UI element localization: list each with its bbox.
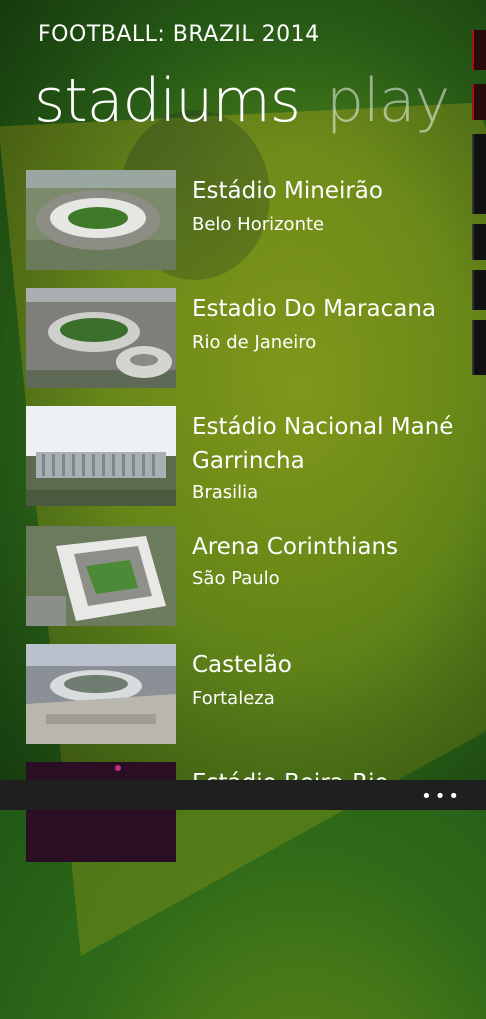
stadium-thumbnail bbox=[26, 406, 176, 506]
stadium-list-item[interactable]: Estádio Beira-Rio bbox=[26, 760, 466, 878]
pivot-tab-play[interactable]: play bbox=[326, 66, 450, 136]
stadium-thumbnail bbox=[26, 526, 176, 626]
indicator-segment bbox=[472, 320, 486, 375]
app-title: FOOTBALL: BRAZIL 2014 bbox=[38, 22, 320, 47]
indicator-segment bbox=[472, 84, 486, 120]
stadium-list-item[interactable]: Estádio Nacional Mané Garrincha Brasilia bbox=[26, 404, 466, 524]
stadium-list-item[interactable]: Arena Corinthians São Paulo bbox=[26, 524, 466, 642]
stadium-list-item[interactable]: Estádio Mineirão Belo Horizonte bbox=[26, 168, 466, 286]
application-bar: ••• bbox=[0, 780, 486, 810]
stadium-name: Castelão bbox=[192, 652, 292, 678]
side-indicator-strip bbox=[472, 30, 486, 375]
indicator-segment bbox=[472, 224, 486, 260]
stadium-city: Fortaleza bbox=[192, 688, 275, 709]
stadium-name: Estádio Mineirão bbox=[192, 178, 383, 204]
more-options-button[interactable]: ••• bbox=[421, 786, 462, 807]
stadium-list-item[interactable]: Estadio Do Maracana Rio de Janeiro bbox=[26, 286, 466, 404]
stadium-name: Estádio Nacional Mané Garrincha bbox=[192, 414, 454, 474]
pivot-tab-stadiums[interactable]: stadiums bbox=[34, 66, 301, 136]
stadium-name: Estadio Do Maracana bbox=[192, 296, 436, 322]
stadium-thumbnail bbox=[26, 762, 176, 862]
stadium-city: Brasilia bbox=[192, 482, 259, 503]
stadium-thumbnail bbox=[26, 288, 176, 388]
stadium-list-item[interactable]: Castelão Fortaleza bbox=[26, 642, 466, 760]
stadium-city: São Paulo bbox=[192, 568, 280, 589]
pivot-header: stadiums play bbox=[34, 66, 450, 136]
stadium-name: Arena Corinthians bbox=[192, 534, 399, 560]
stadium-thumbnail bbox=[26, 170, 176, 270]
stadium-thumbnail bbox=[26, 644, 176, 744]
indicator-segment bbox=[472, 134, 486, 214]
stadium-city: Rio de Janeiro bbox=[192, 332, 317, 353]
stadium-list: Estádio Mineirão Belo Horizonte Estadio … bbox=[26, 168, 466, 878]
indicator-segment bbox=[472, 30, 486, 70]
stadium-city: Belo Horizonte bbox=[192, 214, 325, 235]
indicator-segment bbox=[472, 270, 486, 310]
